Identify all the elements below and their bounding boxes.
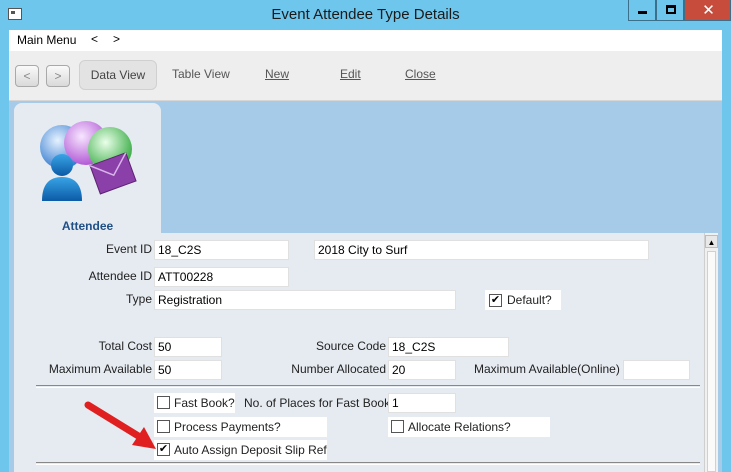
window-frame-right [722,30,731,472]
source-code-field[interactable]: 18_C2S [388,337,509,357]
attendee-people-envelope-icon [40,121,137,201]
minimize-icon [638,11,647,14]
places-fast-book-field[interactable]: 1 [388,393,456,413]
process-payments-checkbox-wrap: Process Payments? [154,417,327,437]
type-label: Type [125,292,152,306]
annotation-arrow-icon [84,401,156,449]
close-button[interactable]: Close [405,67,436,81]
scroll-up-arrow-icon[interactable]: ▲ [705,235,718,248]
allocate-relations-checkbox-wrap: Allocate Relations? [388,417,550,437]
separator-2 [36,462,700,465]
maximum-available-online-field[interactable] [623,360,690,380]
new-button[interactable]: New [265,67,289,81]
attendee-tab-label: Attendee [61,219,114,233]
fast-book-label: Fast Book? [174,396,235,410]
maximize-button[interactable] [656,0,684,21]
maximum-available-online-label: Maximum Available(Online) [474,362,620,376]
event-id-label: Event ID [105,242,152,256]
type-field[interactable]: Registration [154,290,456,310]
window-title: Event Attendee Type Details [271,6,460,23]
auto-assign-deposit-checkbox-wrap: ✔ Auto Assign Deposit Slip Ref [154,440,327,460]
edit-button[interactable]: Edit [340,67,361,81]
attendee-id-field[interactable]: ATT00228 [154,267,289,287]
event-id-field[interactable]: 18_C2S [154,240,289,260]
menu-back-button[interactable]: < [91,32,98,46]
maximum-available-field[interactable]: 50 [154,360,222,380]
source-code-label: Source Code [315,339,386,353]
default-checkbox[interactable]: ✔ [489,294,502,307]
allocate-relations-checkbox[interactable] [391,420,404,433]
default-checkbox-wrap: ✔ Default? [485,290,561,310]
window-frame-left [0,30,9,472]
number-allocated-label: Number Allocated [291,362,386,376]
number-allocated-field[interactable]: 20 [388,360,456,380]
form-panel: Event ID 18_C2S 2018 City to Surf Attend… [14,233,704,472]
allocate-relations-label: Allocate Relations? [408,420,511,434]
next-record-button[interactable]: > [46,65,70,87]
total-cost-field[interactable]: 50 [154,337,222,357]
attendee-tab[interactable] [14,103,161,233]
places-fast-book-label: No. of Places for Fast Book [244,396,391,410]
data-view-button[interactable]: Data View [79,60,157,90]
main-menu-item[interactable]: Main Menu [17,33,76,47]
maximize-icon [666,5,676,14]
default-label: Default? [507,293,552,307]
maximum-available-label: Maximum Available [48,362,152,376]
vertical-scrollbar[interactable]: ▲ [704,233,718,472]
auto-assign-deposit-label: Auto Assign Deposit Slip Ref [174,443,327,457]
close-window-button[interactable]: ✕ [684,0,731,21]
menu-forward-button[interactable]: > [113,32,120,46]
event-description-field[interactable]: 2018 City to Surf [314,240,649,260]
separator-1 [36,385,700,388]
process-payments-label: Process Payments? [174,420,281,434]
scroll-track[interactable] [707,251,716,472]
table-view-button[interactable]: Table View [172,67,230,81]
previous-record-button[interactable]: < [15,65,39,87]
total-cost-label: Total Cost [98,339,152,353]
close-icon: ✕ [702,2,715,19]
toolbar: < > Data View Table View New Edit Close [9,51,722,101]
menu-bar: Main Menu < > [9,30,722,51]
minimize-button[interactable] [628,0,656,21]
attendee-id-label: Attendee ID [88,269,152,283]
